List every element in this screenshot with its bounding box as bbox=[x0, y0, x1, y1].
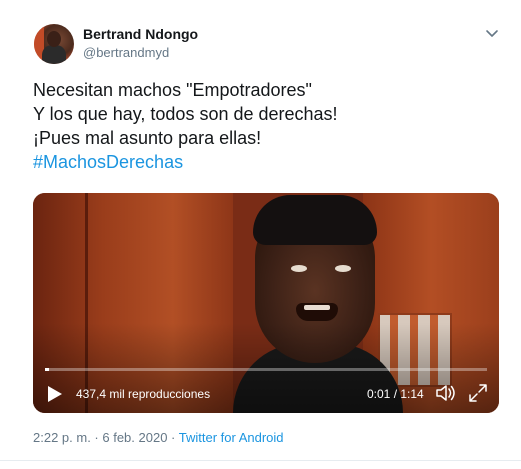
tweet-line: Y los que hay, todos son de derechas! bbox=[33, 104, 338, 124]
tweet-source-link[interactable]: Twitter for Android bbox=[179, 430, 284, 445]
meta-separator: · bbox=[167, 430, 179, 445]
tweet-line: ¡Pues mal asunto para ellas! bbox=[33, 128, 262, 148]
play-icon[interactable] bbox=[47, 385, 63, 403]
avatar[interactable] bbox=[34, 24, 74, 64]
video-progress-fill bbox=[45, 368, 50, 371]
video-time: 0:01 / 1:14 bbox=[367, 387, 424, 401]
chevron-down-icon[interactable] bbox=[485, 28, 499, 38]
video-frame bbox=[33, 193, 499, 413]
tweet-timestamp[interactable]: 2:22 p. m. · 6 feb. 2020 bbox=[33, 430, 167, 445]
avatar-body bbox=[42, 45, 66, 64]
tweet-meta: 2:22 p. m. · 6 feb. 2020 · Twitter for A… bbox=[33, 430, 284, 445]
author-display-name[interactable]: Bertrand Ndongo bbox=[83, 26, 198, 42]
fullscreen-icon[interactable] bbox=[468, 383, 488, 403]
tweet-text: Necesitan machos "Empotradores" Y los qu… bbox=[33, 78, 493, 174]
tweet-card: Bertrand Ndongo @bertrandmyd Necesitan m… bbox=[0, 0, 521, 469]
hashtag-link[interactable]: #MachosDerechas bbox=[33, 150, 493, 174]
avatar-head bbox=[47, 31, 61, 47]
view-count: 437,4 mil reproducciones bbox=[76, 387, 211, 401]
author-handle[interactable]: @bertrandmyd bbox=[83, 45, 169, 60]
video-progress-bar[interactable] bbox=[45, 368, 487, 371]
tweet-line: Necesitan machos "Empotradores" bbox=[33, 80, 312, 100]
video-player[interactable]: 437,4 mil reproducciones 0:01 / 1:14 bbox=[33, 193, 499, 413]
volume-icon[interactable] bbox=[435, 383, 457, 403]
divider bbox=[0, 460, 521, 461]
